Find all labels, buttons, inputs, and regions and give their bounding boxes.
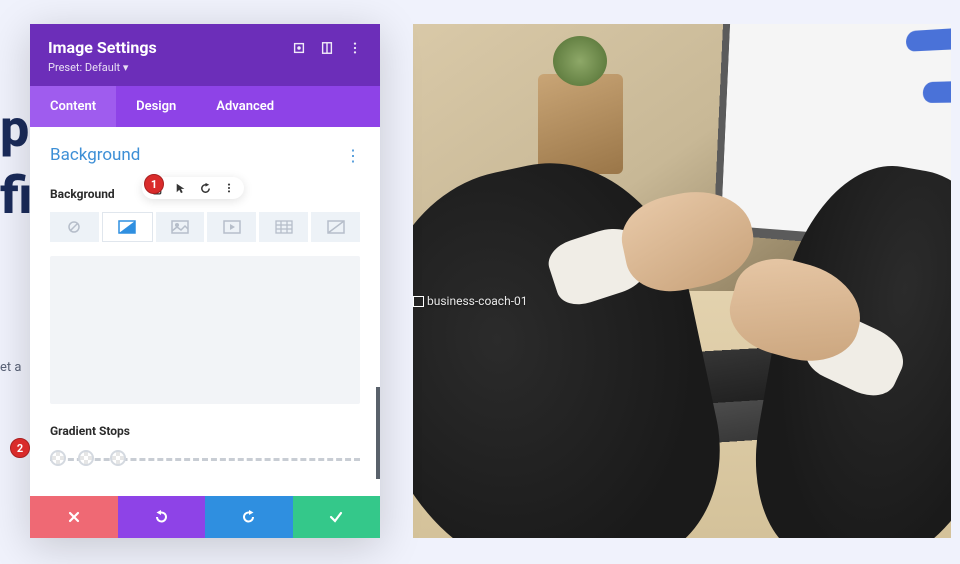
- bg-type-mask[interactable]: [311, 212, 360, 242]
- section-title-background[interactable]: Background: [50, 145, 140, 165]
- tab-bar: Content Design Advanced: [30, 86, 380, 127]
- panel-footer: [30, 496, 380, 538]
- reset-icon[interactable]: [198, 181, 212, 195]
- redo-button[interactable]: [205, 496, 293, 538]
- panel-title: Image Settings: [48, 38, 157, 57]
- bg-line-2: fi: [0, 167, 32, 224]
- background-sub-text: et a: [0, 360, 21, 375]
- tab-content[interactable]: Content: [30, 86, 116, 127]
- gradient-stop-3[interactable]: [110, 450, 126, 466]
- image-handle-icon[interactable]: [413, 296, 424, 307]
- bg-type-gradient[interactable]: [102, 212, 153, 242]
- bg-line-1: p: [0, 100, 32, 157]
- preview-image[interactable]: business-coach-01: [413, 24, 951, 538]
- undo-button[interactable]: [118, 496, 206, 538]
- gradient-stop-2[interactable]: [78, 450, 94, 466]
- tab-design[interactable]: Design: [116, 86, 196, 127]
- gradient-stops-label: Gradient Stops: [50, 424, 360, 438]
- gradient-preview[interactable]: [50, 256, 360, 404]
- gradient-track[interactable]: [50, 452, 360, 466]
- toolbar-more-icon[interactable]: [222, 181, 236, 195]
- hover-icon[interactable]: [174, 181, 188, 195]
- confirm-button[interactable]: [293, 496, 381, 538]
- image-settings-panel: Image Settings Preset: Default ▾: [30, 24, 380, 538]
- field-label-background: Background: [50, 187, 115, 201]
- panel-body: Background ⋮ Background: [30, 127, 380, 496]
- section-more-icon[interactable]: ⋮: [345, 146, 360, 165]
- annotation-badge-2: 2: [10, 438, 30, 458]
- panel-header: Image Settings Preset: Default ▾: [30, 24, 380, 86]
- background-type-tabs: [50, 212, 360, 242]
- image-filename-label: business-coach-01: [427, 294, 528, 308]
- bg-type-image[interactable]: [156, 212, 205, 242]
- more-icon[interactable]: [348, 40, 362, 54]
- gradient-stop-1[interactable]: [50, 450, 66, 466]
- expand-icon[interactable]: [292, 40, 306, 54]
- bg-type-video[interactable]: [207, 212, 256, 242]
- annotation-badge-1: 1: [144, 174, 164, 194]
- background-hero-text: p fi: [0, 100, 32, 224]
- cancel-button[interactable]: [30, 496, 118, 538]
- bg-type-pattern[interactable]: [259, 212, 308, 242]
- scrollbar[interactable]: [376, 387, 380, 479]
- tab-advanced[interactable]: Advanced: [196, 86, 294, 127]
- bg-type-none[interactable]: [50, 212, 99, 242]
- preset-selector[interactable]: Preset: Default ▾: [48, 61, 157, 74]
- drag-icon[interactable]: [320, 40, 334, 54]
